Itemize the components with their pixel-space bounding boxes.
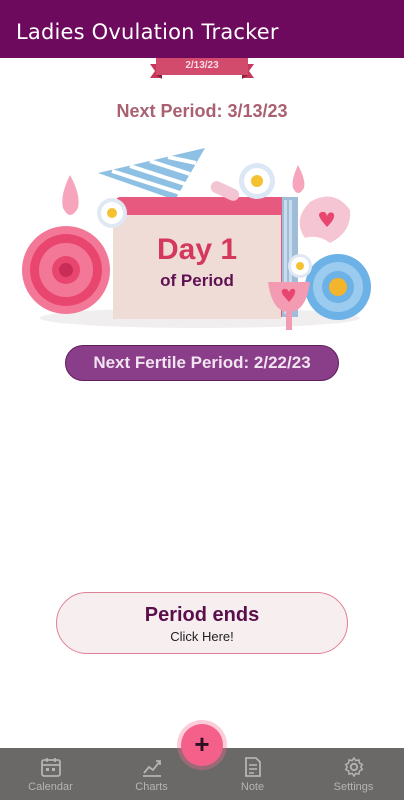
next-period-label: Next Period: 3/13/23 (116, 101, 288, 121)
pink-flower-icon (22, 226, 110, 314)
cycle-day-sub: of Period (160, 271, 234, 290)
period-ends-title: Period ends (144, 604, 260, 626)
chart-icon (142, 760, 161, 777)
app-title: Ladies Ovulation Tracker (16, 20, 279, 44)
calendar-icon (40, 758, 61, 777)
period-ends-button[interactable]: Period ends Click Here! (56, 592, 348, 654)
plus-icon: + (194, 729, 210, 759)
cycle-day-label: Day 1 (156, 233, 238, 266)
droplet-icon (62, 175, 79, 215)
blue-flower-icon (305, 254, 371, 320)
next-fertile-period-badge: Next Fertile Period: 2/22/23 (65, 345, 339, 381)
daisy-icon (288, 254, 312, 278)
nav-item-calendar[interactable]: Calendar (0, 748, 101, 800)
nav-item-settings[interactable]: Settings (303, 748, 404, 800)
nav-label-settings: Settings (333, 781, 374, 793)
app-bar: Ladies Ovulation Tracker (0, 0, 404, 58)
cycle-day-card: Day 1 of Period (114, 217, 280, 317)
date-ribbon: 2/13/23 (150, 58, 254, 80)
period-ends-subtitle: Click Here! (170, 629, 234, 644)
nav-label-note: Note (240, 781, 265, 793)
nav-label-charts: Charts (135, 781, 168, 793)
droplet-icon (292, 165, 305, 193)
gear-icon (344, 756, 363, 778)
today-date: 2/13/23 (185, 60, 219, 71)
note-icon (244, 757, 261, 777)
nav-label-calendar: Calendar (28, 781, 73, 793)
daisy-icon (239, 163, 275, 199)
add-button[interactable]: + (181, 724, 223, 766)
